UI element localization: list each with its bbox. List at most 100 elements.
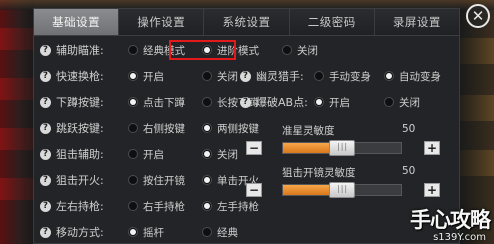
setting-label: 爆破AB点: <box>256 96 308 109</box>
radio-button[interactable] <box>282 45 292 55</box>
tab-secondary-password[interactable]: 二级密码 <box>289 9 375 35</box>
decrease-button[interactable]: − <box>246 141 262 155</box>
highlight-box <box>169 40 236 60</box>
tab-bar: 基础设置 操作设置 系统设置 二级密码 录屏设置 <box>34 9 460 36</box>
setting-row-bomb-ab: ? 爆破AB点: 开启 关闭 <box>240 91 420 113</box>
sensitivity-slider[interactable] <box>282 182 402 198</box>
radio-button-selected[interactable] <box>314 97 324 107</box>
radio-button[interactable] <box>128 149 138 159</box>
setting-label: 狙击辅助: <box>56 148 104 161</box>
setting-row-sniper-assist: ? 狙击辅助: 开启 关闭 <box>40 143 238 165</box>
slider-handle[interactable] <box>329 182 355 198</box>
tab-operation-settings[interactable]: 操作设置 <box>119 9 205 35</box>
radio-button-selected[interactable] <box>384 71 394 81</box>
setting-label: 左右持枪: <box>56 200 104 213</box>
option-label: 关闭 <box>217 148 238 161</box>
option-manual-transform[interactable]: 手动变身 <box>314 69 384 84</box>
setting-row-crouch-key: ? 下蹲按键: 点击下蹲 长按下蹲 <box>40 91 259 113</box>
close-button[interactable]: ✕ <box>466 4 490 28</box>
option-left-hand[interactable]: 左手持枪 <box>202 199 259 214</box>
radio-button[interactable] <box>202 227 212 237</box>
help-icon[interactable]: ? <box>40 148 51 160</box>
option-label: 关闭 <box>297 44 318 57</box>
settings-panel: 基础设置 操作设置 系统设置 二级密码 录屏设置 ? 辅助瞄准: 经典模式 进阶… <box>33 8 460 244</box>
option-label: 右侧按键 <box>143 122 185 135</box>
setting-row-sniper-fire: ? 狙击开火: 按住开镜 单击开火 <box>40 169 259 191</box>
radio-button[interactable] <box>128 123 138 133</box>
radio-button[interactable] <box>314 71 324 81</box>
slider-title-scope-sensitivity: 狙击开镜灵敏度 <box>282 167 356 179</box>
slider-handle[interactable] <box>329 140 355 156</box>
option-off[interactable]: 关闭 <box>202 69 238 84</box>
option-classic[interactable]: 经典 <box>202 225 238 240</box>
help-icon[interactable]: ? <box>40 200 51 212</box>
setting-label: 幽灵猎手: <box>256 70 304 83</box>
radio-button-selected[interactable] <box>128 227 138 237</box>
backdrop-stripe <box>460 95 494 121</box>
radio-button-selected[interactable] <box>128 97 138 107</box>
help-icon[interactable]: ? <box>40 174 51 186</box>
backdrop-stripe <box>0 128 34 150</box>
radio-button[interactable] <box>128 45 138 55</box>
radio-button[interactable] <box>384 97 394 107</box>
setting-label: 辅助瞄准: <box>56 44 104 57</box>
tab-basic-settings[interactable]: 基础设置 <box>34 9 120 35</box>
option-on[interactable]: 开启 <box>128 69 188 84</box>
help-icon[interactable]: ? <box>40 122 51 134</box>
radio-button[interactable] <box>202 71 212 81</box>
help-icon[interactable]: ? <box>40 70 51 82</box>
option-both-keys[interactable]: 两侧按键 <box>202 121 259 136</box>
slider-value: 50 <box>402 123 416 135</box>
option-label: 自动变身 <box>399 70 441 83</box>
help-icon[interactable]: ? <box>40 44 51 56</box>
backdrop-stripe <box>0 78 34 100</box>
watermark-site: s139Y.com <box>433 232 486 243</box>
help-icon[interactable]: ? <box>240 96 251 108</box>
option-off[interactable]: 关闭 <box>282 43 318 58</box>
watermark-logo: 手心攻略 <box>410 208 491 232</box>
option-hold-scope[interactable]: 按住开镜 <box>128 173 188 188</box>
option-label: 摇杆 <box>143 226 164 239</box>
radio-button-selected[interactable] <box>202 123 212 133</box>
setting-row-quick-switch: ? 快速换枪: 开启 关闭 <box>40 65 238 87</box>
option-off[interactable]: 关闭 <box>202 147 238 162</box>
option-label: 开启 <box>143 148 164 161</box>
option-on[interactable]: 开启 <box>128 147 188 162</box>
radio-button[interactable] <box>202 97 212 107</box>
radio-button[interactable] <box>128 201 138 211</box>
option-label: 按住开镜 <box>143 174 185 187</box>
option-label: 左手持枪 <box>217 200 259 213</box>
radio-button[interactable] <box>128 175 138 185</box>
sensitivity-slider[interactable] <box>282 140 402 156</box>
setting-row-jump-key: ? 跳跃按键: 右侧按键 两侧按键 <box>40 117 259 139</box>
setting-label: 快速换枪: <box>56 70 104 83</box>
option-right-hand[interactable]: 右手持枪 <box>128 199 188 214</box>
option-tap-crouch[interactable]: 点击下蹲 <box>128 95 188 110</box>
option-right-key[interactable]: 右侧按键 <box>128 121 188 136</box>
backdrop-stripe <box>460 38 494 64</box>
help-icon[interactable]: ? <box>240 70 251 82</box>
option-auto-transform[interactable]: 自动变身 <box>384 69 441 84</box>
backdrop-stripe <box>460 150 494 176</box>
decrease-button[interactable]: − <box>246 183 262 197</box>
increase-button[interactable]: + <box>424 183 440 197</box>
increase-button[interactable]: + <box>424 141 440 155</box>
option-off[interactable]: 关闭 <box>384 95 420 110</box>
radio-button-selected[interactable] <box>202 175 212 185</box>
radio-button-selected[interactable] <box>128 71 138 81</box>
option-label: 右手持枪 <box>143 200 185 213</box>
setting-label: 狙击开火: <box>56 174 104 187</box>
backdrop-stripe <box>0 178 34 200</box>
help-icon[interactable]: ? <box>40 96 51 108</box>
close-icon: ✕ <box>471 7 485 25</box>
backdrop-stripe <box>0 28 34 50</box>
option-on[interactable]: 开启 <box>314 95 384 110</box>
radio-button-selected[interactable] <box>202 149 212 159</box>
help-icon[interactable]: ? <box>40 226 51 238</box>
setting-row-move-mode: ? 移动方式: 摇杆 经典 <box>40 221 238 243</box>
radio-button-selected[interactable] <box>202 201 212 211</box>
left-backdrop <box>0 0 34 244</box>
tab-recording-settings[interactable]: 录屏设置 <box>374 9 460 35</box>
option-joystick[interactable]: 摇杆 <box>128 225 188 240</box>
tab-system-settings[interactable]: 系统设置 <box>204 9 290 35</box>
